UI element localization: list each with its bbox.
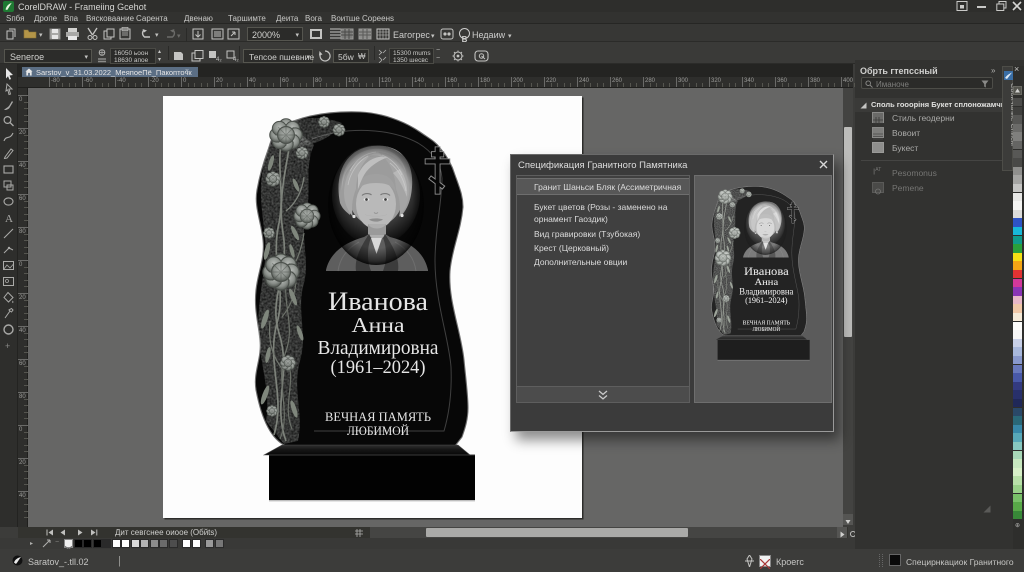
svg-text:Иванова: Иванова [328,287,428,316]
svg-text:Анна: Анна [352,313,406,337]
svg-text:A: A [5,213,13,224]
svg-text:ВЕЧНАЯ ПАМЯТЬ: ВЕЧНАЯ ПАМЯТЬ [325,409,432,424]
svg-text:ЛЮБИМОЙ: ЛЮБИМОЙ [347,423,409,438]
svg-text:(1961–2024): (1961–2024) [331,357,426,378]
svg-text:Владимировна: Владимировна [318,337,439,359]
svg-text:4₂: 4₂ [216,57,222,62]
